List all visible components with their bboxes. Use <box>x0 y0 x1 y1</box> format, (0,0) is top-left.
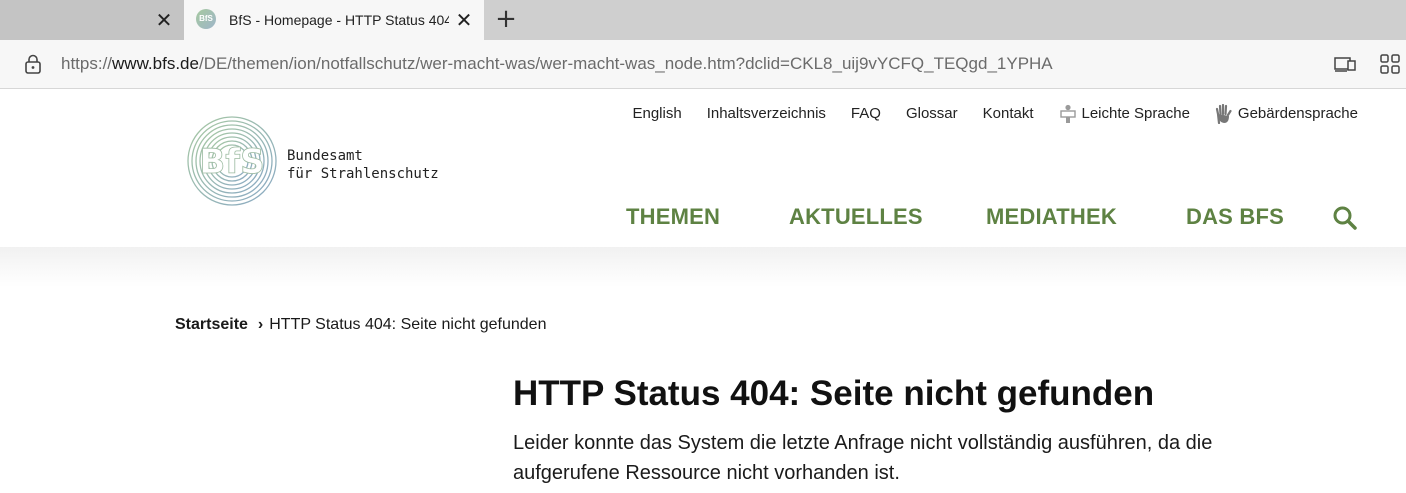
service-link-inhaltsverzeichnis[interactable]: Inhaltsverzeichnis <box>707 103 826 125</box>
logo-line: für Strahlenschutz <box>287 166 439 182</box>
browser-tab-strip: ✕ BfS BfS - Homepage - HTTP Status 404 ✕… <box>0 0 1406 40</box>
url-scheme: https:// <box>61 54 113 73</box>
tab-title: BfS - Homepage - HTTP Status 404 <box>229 12 449 28</box>
breadcrumb-current: HTTP Status 404: Seite nicht gefunden <box>269 316 547 333</box>
apps-icon[interactable] <box>1380 54 1400 74</box>
service-link-label: Gebärdensprache <box>1237 105 1358 122</box>
easy-language-icon <box>1059 104 1076 123</box>
svg-text:BfS: BfS <box>199 142 264 182</box>
url-path: /DE/themen/ion/notfallschutz/wer-macht-w… <box>198 54 1053 73</box>
new-tab-button[interactable]: + <box>494 6 518 34</box>
address-bar[interactable]: https://www.bfs.de/DE/themen/ion/notfall… <box>61 40 1053 88</box>
lock-icon[interactable] <box>24 54 42 74</box>
browser-tab[interactable]: ✕ <box>0 0 184 40</box>
service-nav: English Inhaltsverzeichnis FAQ Glossar K… <box>607 103 1358 125</box>
service-link-glossar[interactable]: Glossar <box>906 103 958 125</box>
header-shadow <box>0 247 1406 287</box>
nav-mediathek[interactable]: MEDIATHEK <box>986 201 1117 233</box>
breadcrumb: Startseite › HTTP Status 404: Seite nicht … <box>175 314 546 336</box>
close-tab-icon[interactable]: ✕ <box>452 8 476 32</box>
logo-line: Bundesamt <box>287 148 363 164</box>
logo-text: Bundesamt für Strahlenschutz <box>287 147 439 183</box>
service-link-kontakt[interactable]: Kontakt <box>983 103 1034 125</box>
nav-themen[interactable]: THEMEN <box>626 201 720 233</box>
service-link-leichte-sprache[interactable]: Leichte Sprache <box>1059 103 1190 125</box>
browser-tab-active[interactable]: BfS BfS - Homepage - HTTP Status 404 ✕ <box>184 0 484 40</box>
favicon-icon: BfS <box>196 9 216 29</box>
reader-view-icon[interactable] <box>1334 55 1356 73</box>
search-icon[interactable] <box>1332 205 1358 231</box>
service-link-gebaerdensprache[interactable]: Gebärdensprache <box>1215 103 1358 125</box>
chevron-right-icon: › <box>257 316 264 333</box>
nav-aktuelles[interactable]: AKTUELLES <box>789 201 923 233</box>
page-title: HTTP Status 404: Seite nicht gefunden <box>513 374 1155 413</box>
error-message: Leider konnte das System die letzte Anfr… <box>513 432 1213 484</box>
sign-language-icon <box>1215 104 1232 124</box>
close-tab-icon[interactable]: ✕ <box>152 8 176 32</box>
service-link-faq[interactable]: FAQ <box>851 103 881 125</box>
breadcrumb-home-link[interactable]: Startseite <box>175 316 248 333</box>
site-header: BfS Bundesamt für Strahlenschutz English… <box>0 89 1406 247</box>
service-link-english[interactable]: English <box>632 103 681 125</box>
bfs-logo[interactable]: BfS <box>186 115 278 207</box>
browser-toolbar: https://www.bfs.de/DE/themen/ion/notfall… <box>0 40 1406 89</box>
url-host: www.bfs.de <box>112 54 199 73</box>
service-link-label: Leichte Sprache <box>1081 105 1190 122</box>
nav-das-bfs[interactable]: DAS BFS <box>1186 201 1284 233</box>
